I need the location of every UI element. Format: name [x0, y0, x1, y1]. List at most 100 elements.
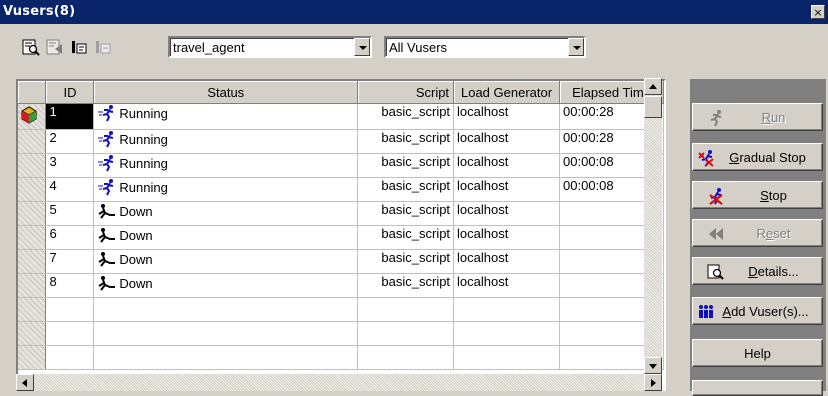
- vuser-filter-select[interactable]: All Vusers: [384, 36, 586, 58]
- cell-id[interactable]: 2: [45, 129, 95, 154]
- status-text: Running: [119, 155, 168, 171]
- table-row[interactable]: 4 Running basic_script localhost 00:00:08: [18, 177, 664, 202]
- table-row[interactable]: 1 Running basic_script localhost 00:00:28: [18, 103, 664, 130]
- run-button-label: Run: [761, 110, 786, 125]
- cell-id[interactable]: 6: [45, 225, 95, 250]
- cell-script[interactable]: basic_script: [357, 153, 455, 178]
- cell-status[interactable]: Down: [93, 225, 359, 250]
- row-selector[interactable]: [18, 321, 47, 346]
- cell-load-generator[interactable]: localhost: [453, 129, 561, 154]
- details-button[interactable]: Details...: [692, 257, 823, 285]
- run-button[interactable]: Run: [692, 103, 823, 131]
- column-header-script[interactable]: Script: [357, 81, 455, 104]
- reset-button-label: Reset: [756, 226, 791, 241]
- cell-script[interactable]: basic_script: [357, 177, 455, 202]
- table-row[interactable]: 6 Down basic_script localhost: [18, 225, 664, 250]
- more-button[interactable]: [692, 380, 823, 396]
- play-icon[interactable]: [70, 38, 88, 56]
- cell-script[interactable]: basic_script: [357, 273, 455, 298]
- empty-cell: [45, 345, 95, 370]
- reset-button[interactable]: Reset: [692, 219, 823, 247]
- cell-status[interactable]: Down: [93, 249, 359, 274]
- empty-row[interactable]: [18, 321, 664, 346]
- table-row[interactable]: 3 Running basic_script localhost 00:00:08: [18, 153, 664, 178]
- cell-id[interactable]: 4: [45, 177, 95, 202]
- column-header-load-generator[interactable]: Load Generator: [453, 81, 561, 104]
- down-icon: [98, 228, 116, 243]
- vusers-grid[interactable]: ID Status Script Load Generator Elapsed …: [16, 79, 666, 391]
- row-selector[interactable]: [18, 177, 47, 202]
- cell-id[interactable]: 1: [45, 103, 95, 130]
- stop-button[interactable]: Stop: [692, 181, 823, 209]
- cell-script[interactable]: basic_script: [357, 103, 455, 130]
- row-selector[interactable]: [18, 153, 47, 178]
- cell-script[interactable]: basic_script: [357, 129, 455, 154]
- down-icon: [98, 252, 116, 267]
- gradual-stop-button[interactable]: Gradual Stop: [692, 143, 823, 171]
- row-selector[interactable]: [18, 201, 47, 226]
- cell-script[interactable]: basic_script: [357, 225, 455, 250]
- down-icon: [98, 276, 116, 291]
- cell-script[interactable]: basic_script: [357, 249, 455, 274]
- scroll-left-button[interactable]: [16, 374, 34, 391]
- empty-cell: [93, 321, 359, 346]
- vertical-scroll-thumb[interactable]: [644, 96, 662, 118]
- cell-load-generator[interactable]: localhost: [453, 153, 561, 178]
- cell-status[interactable]: Running: [93, 153, 359, 178]
- column-header-id[interactable]: ID: [45, 81, 95, 104]
- stop-runner-icon: [709, 188, 723, 205]
- status-text: Down: [119, 275, 153, 291]
- empty-row[interactable]: [18, 297, 664, 322]
- vusers-table: ID Status Script Load Generator Elapsed …: [18, 81, 664, 370]
- close-icon[interactable]: ×: [811, 5, 825, 19]
- cell-load-generator[interactable]: localhost: [453, 225, 561, 250]
- table-row[interactable]: 7 Down basic_script localhost: [18, 249, 664, 274]
- table-row[interactable]: 8 Down basic_script localhost: [18, 273, 664, 298]
- table-row[interactable]: 5 Down basic_script localhost: [18, 201, 664, 226]
- empty-cell: [357, 297, 455, 322]
- status-text: Down: [119, 251, 153, 267]
- stop-icon[interactable]: [94, 38, 112, 56]
- scroll-right-button[interactable]: [644, 374, 662, 391]
- vuser-details-icon[interactable]: [22, 38, 40, 56]
- cell-status[interactable]: Running: [93, 177, 359, 202]
- running-icon: [98, 179, 114, 196]
- cell-load-generator[interactable]: localhost: [453, 249, 561, 274]
- column-header-status[interactable]: Status: [93, 81, 359, 104]
- row-selector[interactable]: [18, 345, 47, 370]
- status-text: Running: [119, 105, 168, 121]
- cell-load-generator[interactable]: localhost: [453, 201, 561, 226]
- scroll-up-button[interactable]: [644, 78, 662, 95]
- chevron-down-icon[interactable]: [354, 38, 370, 56]
- cell-id[interactable]: 7: [45, 249, 95, 274]
- cell-status[interactable]: Running: [93, 129, 359, 154]
- horizontal-scrollbar[interactable]: [16, 374, 662, 391]
- cell-script[interactable]: basic_script: [357, 201, 455, 226]
- cell-load-generator[interactable]: localhost: [453, 103, 561, 130]
- row-selector[interactable]: [18, 129, 47, 154]
- running-icon: [98, 105, 114, 122]
- cell-status[interactable]: Down: [93, 201, 359, 226]
- cell-load-generator[interactable]: localhost: [453, 177, 561, 202]
- run-until-complete-icon[interactable]: [46, 38, 64, 56]
- empty-row[interactable]: [18, 345, 664, 370]
- row-selector[interactable]: [18, 225, 47, 250]
- cell-status[interactable]: Down: [93, 273, 359, 298]
- cell-id[interactable]: 5: [45, 201, 95, 226]
- chevron-down-icon[interactable]: [568, 38, 584, 56]
- help-button[interactable]: Help: [692, 339, 823, 367]
- cell-status[interactable]: Running: [93, 103, 359, 130]
- status-text: Running: [119, 179, 168, 195]
- cell-id[interactable]: 3: [45, 153, 95, 178]
- scroll-down-button[interactable]: [644, 357, 662, 374]
- row-selector[interactable]: [18, 249, 47, 274]
- vertical-scrollbar[interactable]: [644, 78, 662, 374]
- row-selector-active[interactable]: [18, 103, 47, 130]
- row-selector[interactable]: [18, 297, 47, 322]
- script-select[interactable]: travel_agent: [168, 36, 372, 58]
- cell-id[interactable]: 8: [45, 273, 95, 298]
- add-vusers-button[interactable]: Add Vuser(s)...: [692, 297, 823, 325]
- cell-load-generator[interactable]: localhost: [453, 273, 561, 298]
- table-row[interactable]: 2 Running basic_script localhost 00:00:28: [18, 129, 664, 154]
- row-selector[interactable]: [18, 273, 47, 298]
